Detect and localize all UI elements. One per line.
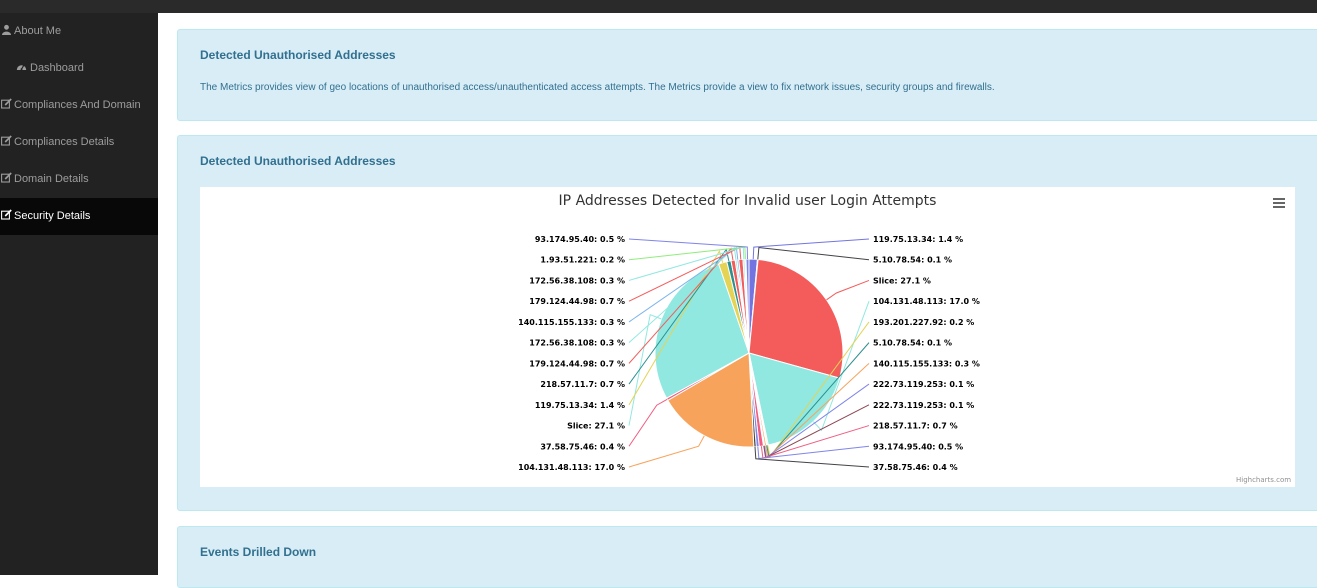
pie-data-label: Slice: 27.1 % (567, 422, 625, 431)
sidebar-item-label: Compliances Details (14, 136, 115, 148)
pie-data-label: 172.56.38.108: 0.3 % (529, 339, 625, 348)
pie-connector (826, 279, 870, 301)
pie-data-label: 222.73.119.253: 0.1 % (873, 380, 974, 389)
panel-title: Events Drilled Down (200, 545, 317, 559)
edit-icon (1, 172, 12, 183)
info-panel: Detected Unauthorised Addresses The Metr… (177, 29, 1317, 121)
pie-data-label: 93.174.95.40: 0.5 % (873, 442, 963, 451)
sidebar-item-compliances-details[interactable]: Compliances Details (0, 124, 158, 161)
edit-icon (1, 135, 12, 146)
user-icon (1, 24, 12, 35)
pie-connector (757, 246, 870, 261)
pie-data-label: 218.57.11.7: 0.7 % (540, 380, 625, 389)
pie-data-label: 179.124.44.98: 0.7 % (529, 297, 625, 306)
edit-icon (1, 209, 12, 220)
pie-data-label: 140.115.155.133: 0.3 % (873, 359, 980, 368)
sidebar: About Me Dashboard Compliances And Domai… (0, 13, 158, 575)
pie-data-label: 1.93.51.221: 0.2 % (540, 256, 625, 265)
pie-data-label: 218.57.11.7: 0.7 % (873, 422, 958, 431)
sidebar-item-label: About Me (14, 25, 62, 37)
pie-data-label: 222.73.119.253: 0.1 % (873, 401, 974, 410)
sidebar-item-domain-details[interactable]: Domain Details (0, 161, 158, 198)
pie-data-label: 119.75.13.34: 1.4 % (535, 401, 625, 410)
pie-data-label: 104.131.48.113: 17.0 % (873, 297, 980, 306)
pie-data-label: 93.174.95.40: 0.5 % (535, 235, 625, 244)
events-panel: Events Drilled Down (177, 526, 1317, 588)
sidebar-item-dashboard[interactable]: Dashboard (0, 50, 158, 87)
pie-data-label: 37.58.75.46: 0.4 % (540, 442, 625, 451)
sidebar-item-label: Security Details (14, 210, 91, 222)
pie-data-label: 104.131.48.113: 17.0 % (518, 463, 625, 472)
panel-title: Detected Unauthorised Addresses (200, 154, 396, 168)
sidebar-item-about-me[interactable]: About Me (0, 13, 158, 50)
pie-connector (757, 445, 870, 460)
chart-title: IP Addresses Detected for Invalid user L… (558, 193, 937, 209)
main-content: Detected Unauthorised Addresses The Metr… (158, 13, 1317, 588)
pie-data-label: 140.115.155.133: 0.3 % (518, 318, 625, 327)
sidebar-item-label: Dashboard (30, 62, 84, 74)
chart-credits[interactable]: Highcharts.com (1236, 476, 1291, 484)
sidebar-item-security-details[interactable]: Security Details (0, 198, 158, 235)
pie-data-label: 37.58.75.46: 0.4 % (873, 463, 958, 472)
edit-icon (1, 98, 12, 109)
panel-description: The Metrics provides view of geo locatio… (200, 82, 995, 93)
top-navbar (0, 0, 1317, 13)
pie-data-label: 119.75.13.34: 1.4 % (873, 235, 963, 244)
chart-panel: Detected Unauthorised Addresses 119.75.1… (177, 135, 1317, 511)
sidebar-item-label: Compliances And Domain (14, 99, 141, 111)
pie-data-label: 5.10.78.54: 0.1 % (873, 256, 952, 265)
pie-data-label: 172.56.38.108: 0.3 % (529, 276, 625, 285)
pie-chart: 119.75.13.34: 1.4 % 5.10.78.54: 0.1 % Slic… (200, 187, 1295, 487)
pie-data-label: 5.10.78.54: 0.1 % (873, 339, 952, 348)
pie-connector (628, 398, 668, 447)
pie-connector (628, 435, 705, 468)
sidebar-item-compliances-and-domain[interactable]: Compliances And Domain (0, 87, 158, 124)
pie-data-label: Slice: 27.1 % (873, 276, 931, 285)
dashboard-icon (16, 61, 27, 72)
pie-chart-svg: 119.75.13.34: 1.4 % 5.10.78.54: 0.1 % Slic… (518, 235, 980, 472)
panel-title: Detected Unauthorised Addresses (200, 48, 396, 62)
chart-menu-icon[interactable] (1273, 198, 1285, 209)
pie-data-label: 179.124.44.98: 0.7 % (529, 359, 625, 368)
sidebar-item-label: Domain Details (14, 173, 89, 185)
pie-data-label: 193.201.227.92: 0.2 % (873, 318, 974, 327)
